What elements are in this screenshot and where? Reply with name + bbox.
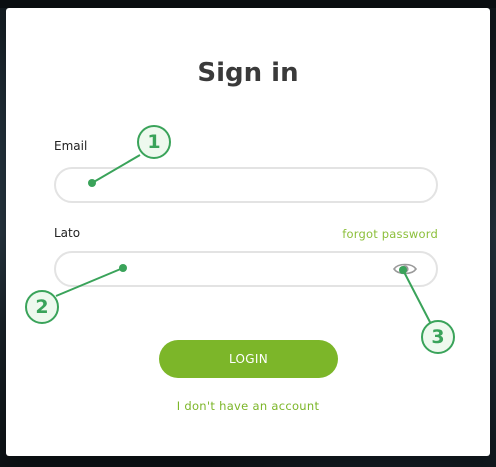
- callout-2: 2: [25, 290, 59, 324]
- background-top-bar: [0, 0, 496, 8]
- forgot-password-link[interactable]: forgot password: [342, 227, 438, 241]
- login-button[interactable]: LOGIN: [159, 340, 338, 378]
- callout-1: 1: [137, 125, 171, 159]
- page-title: Sign in: [197, 58, 299, 88]
- callout-3: 3: [421, 320, 455, 354]
- email-field[interactable]: [54, 167, 438, 203]
- sign-in-modal: Sign in Email Lato forgot password LOGIN…: [6, 8, 490, 456]
- password-field[interactable]: [54, 251, 438, 287]
- no-account-link[interactable]: I don't have an account: [6, 399, 490, 413]
- password-label: Lato: [54, 226, 81, 240]
- email-label: Email: [54, 139, 88, 153]
- eye-icon[interactable]: [392, 260, 418, 278]
